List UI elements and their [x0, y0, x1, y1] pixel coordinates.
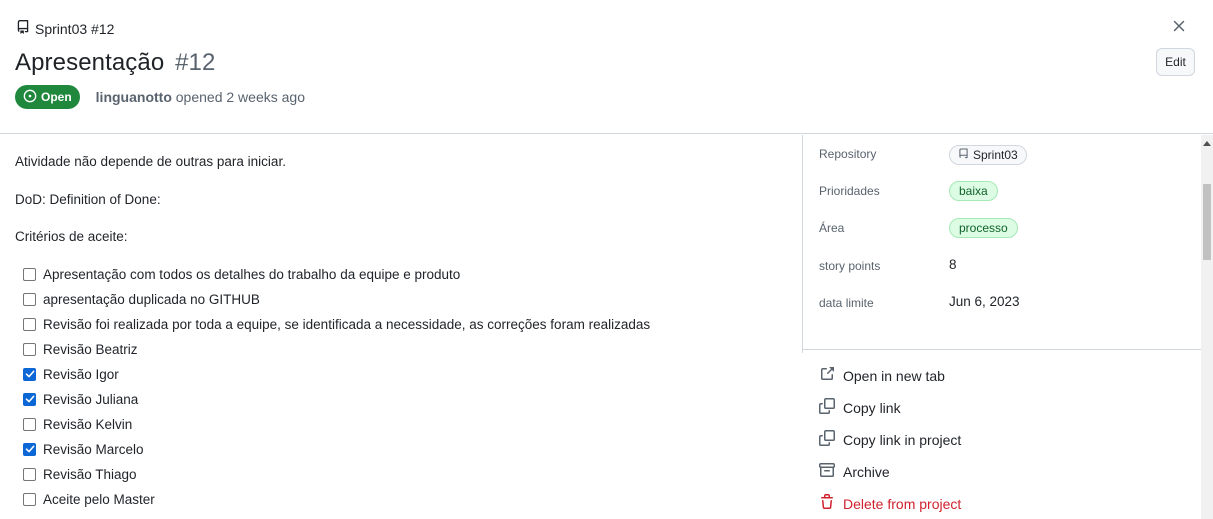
label-chip-area[interactable]: processo	[949, 218, 1018, 238]
check-icon	[25, 370, 34, 378]
issue-state-row: Open linguanotto opened 2 weeks ago	[15, 85, 305, 109]
archive-icon	[818, 462, 836, 481]
breadcrumb[interactable]: Sprint03 #12	[16, 19, 114, 38]
scrollbar-thumb[interactable]	[1203, 184, 1211, 260]
repository-chip-label[interactable]: Sprint03	[973, 148, 1018, 162]
task-checkbox[interactable]	[23, 417, 36, 431]
check-icon	[25, 395, 34, 403]
task-label: Revisão foi realizada por toda a equipe,…	[43, 316, 651, 332]
trash-icon	[819, 494, 835, 513]
task-item: Revisão Juliana	[23, 389, 138, 409]
scroll-up-icon[interactable]	[1203, 141, 1211, 146]
action-label[interactable]: Copy link	[843, 400, 901, 416]
task-checkbox[interactable]	[23, 392, 36, 406]
body-paragraph: DoD: Definition of Done:	[15, 192, 161, 207]
open-in-new-tab-button[interactable]: Open in new tab	[819, 366, 945, 385]
field-label-repository: Repository	[819, 147, 877, 161]
body-paragraph: Critérios de aceite:	[15, 229, 128, 244]
task-item: Aceite pelo Master	[23, 489, 155, 509]
task-label: Revisão Beatriz	[43, 341, 138, 357]
task-label: Revisão Igor	[43, 366, 119, 382]
opened-text: opened 2 weeks ago	[175, 89, 305, 105]
external-link-icon	[819, 366, 835, 385]
copy-link-button[interactable]: Copy link	[819, 398, 901, 417]
action-label[interactable]: Delete from project	[843, 496, 961, 512]
task-label: apresentação duplicada no GITHUB	[43, 291, 260, 307]
status-badge-label: Open	[41, 90, 72, 104]
issue-title: Apresentação #12	[15, 49, 215, 77]
task-checkbox[interactable]	[23, 442, 36, 456]
task-item: Revisão Kelvin	[23, 414, 132, 434]
field-label-data-limite: data limite	[819, 296, 874, 310]
issue-number: #12	[175, 49, 216, 76]
check-icon	[25, 445, 34, 453]
breadcrumb-text[interactable]: Sprint03 #12	[35, 21, 114, 37]
close-button[interactable]	[1168, 17, 1190, 39]
task-checkbox[interactable]	[23, 342, 36, 356]
edit-button[interactable]: Edit	[1156, 48, 1195, 76]
task-label: Revisão Juliana	[43, 391, 139, 407]
issue-side-panel: Sprint03 #12 Apresentação #12 Edit Open …	[0, 0, 1213, 519]
delete-from-project-button[interactable]: Delete from project	[819, 494, 961, 513]
task-checkbox[interactable]	[23, 317, 36, 331]
field-label-prioridades: Prioridades	[819, 184, 880, 198]
copy-link-in-project-button[interactable]: Copy link in project	[819, 430, 961, 449]
copy-icon	[819, 398, 835, 417]
field-label-area: Área	[819, 221, 845, 235]
task-checkbox[interactable]	[23, 267, 36, 281]
field-value-data-limite[interactable]: Jun 6, 2023	[949, 294, 1020, 309]
task-item: Revisão Igor	[23, 364, 119, 384]
task-checkbox[interactable]	[23, 492, 36, 506]
task-label: Revisão Thiago	[43, 466, 137, 482]
copy-icon	[819, 430, 835, 449]
author-link[interactable]: linguanotto	[96, 89, 172, 105]
issue-title-text: Apresentação	[15, 49, 165, 76]
task-item: Apresentação com todos os detalhes do tr…	[23, 264, 460, 284]
task-label: Apresentação com todos os detalhes do tr…	[43, 266, 461, 282]
issue-header: Sprint03 #12 Apresentação #12 Edit Open …	[0, 0, 1213, 134]
task-item: Revisão Thiago	[23, 464, 137, 484]
field-value-story-points[interactable]: 8	[949, 257, 957, 272]
task-checkbox[interactable]	[23, 467, 36, 481]
action-label[interactable]: Archive	[843, 464, 890, 480]
body-paragraph: Atividade não depende de outras para ini…	[15, 154, 286, 169]
task-label: Revisão Marcelo	[43, 441, 144, 457]
repo-icon	[958, 148, 969, 163]
field-label-story-points: story points	[819, 259, 881, 273]
task-item: Revisão Beatriz	[23, 339, 138, 359]
task-item: apresentação duplicada no GITHUB	[23, 289, 260, 309]
task-label: Aceite pelo Master	[43, 491, 155, 507]
issue-meta: linguanotto opened 2 weeks ago	[96, 89, 305, 105]
sidebar-divider	[802, 135, 803, 353]
issue-body: Atividade não depende de outras para ini…	[0, 135, 802, 519]
status-badge: Open	[15, 85, 80, 109]
task-checkbox[interactable]	[23, 367, 36, 381]
actions-divider	[803, 349, 1201, 350]
task-checkbox[interactable]	[23, 292, 36, 306]
action-label[interactable]: Copy link in project	[843, 432, 961, 448]
task-label: Revisão Kelvin	[43, 416, 133, 432]
label-chip-prioridades[interactable]: baixa	[949, 181, 998, 201]
issue-open-icon	[23, 89, 37, 106]
action-label[interactable]: Open in new tab	[843, 368, 945, 384]
close-icon[interactable]	[1173, 19, 1185, 37]
task-item: Revisão Marcelo	[23, 439, 144, 459]
repository-chip[interactable]: Sprint03	[949, 145, 1027, 165]
repo-icon	[16, 19, 30, 38]
archive-button[interactable]: Archive	[818, 462, 890, 481]
task-item: Revisão foi realizada por toda a equipe,…	[23, 314, 650, 334]
